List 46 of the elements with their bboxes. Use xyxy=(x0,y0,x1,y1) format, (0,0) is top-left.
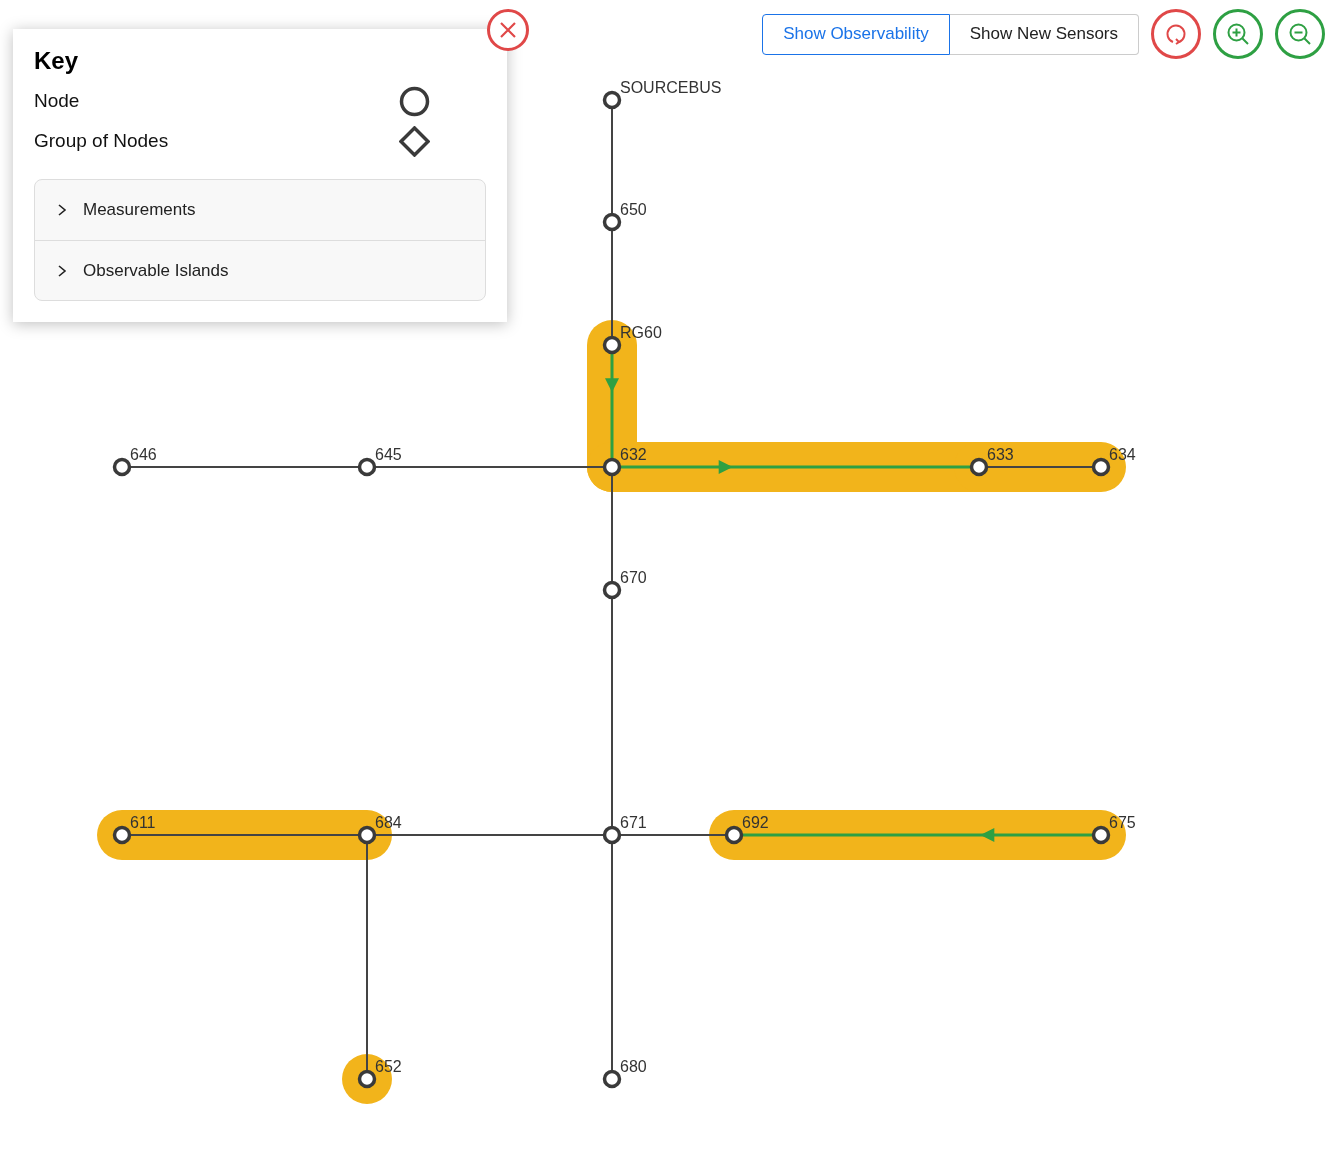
zoom-out-icon xyxy=(1288,22,1312,46)
node-icon[interactable] xyxy=(602,825,622,845)
node-icon[interactable] xyxy=(724,825,744,845)
node-label: 692 xyxy=(742,814,769,831)
node-icon[interactable] xyxy=(602,457,622,477)
node-icon[interactable] xyxy=(602,335,622,355)
node-icon[interactable] xyxy=(357,825,377,845)
node-icon[interactable] xyxy=(602,580,622,600)
close-button[interactable] xyxy=(487,9,529,51)
accordion-item[interactable]: Observable Islands xyxy=(35,240,485,300)
node-icon[interactable] xyxy=(602,90,622,110)
node-icon[interactable] xyxy=(602,212,622,232)
node-label: SOURCEBUS xyxy=(620,79,722,96)
zoom-in-icon xyxy=(1226,22,1250,46)
node-label: 670 xyxy=(620,569,647,586)
node-icon[interactable] xyxy=(112,457,132,477)
chevron-icon xyxy=(57,263,67,278)
node-icon[interactable] xyxy=(969,457,989,477)
refresh-icon xyxy=(1164,22,1188,46)
key-title: Key xyxy=(34,47,79,75)
node-label: 680 xyxy=(620,1058,647,1075)
toggle-button[interactable]: Show New Sensors xyxy=(949,13,1139,55)
circle-icon xyxy=(399,85,430,117)
reset-button[interactable] xyxy=(1151,9,1201,59)
legend-label: Node xyxy=(34,90,80,112)
accordion-item[interactable]: Measurements xyxy=(35,180,485,240)
zoom-out-button[interactable] xyxy=(1275,9,1325,59)
legend-label: Group of Nodes xyxy=(34,130,169,152)
node-icon[interactable] xyxy=(602,1069,622,1089)
node-icon[interactable] xyxy=(1091,825,1111,845)
node-label: 671 xyxy=(620,814,647,831)
node-icon[interactable] xyxy=(357,1069,377,1089)
zoom-in-button[interactable] xyxy=(1213,9,1263,59)
node-label: 646 xyxy=(130,446,157,463)
node-icon[interactable] xyxy=(112,825,132,845)
close-icon xyxy=(499,21,517,39)
diamond-icon xyxy=(399,125,430,157)
node-label: 633 xyxy=(987,446,1014,463)
node-label: 645 xyxy=(375,446,402,463)
chevron-icon xyxy=(57,203,67,217)
node-label: 650 xyxy=(620,201,647,218)
toggle-button[interactable]: Show Observability xyxy=(762,13,950,55)
node-label: 632 xyxy=(620,446,647,463)
node-label: 611 xyxy=(130,814,156,831)
node-icon[interactable] xyxy=(357,457,377,477)
node-icon[interactable] xyxy=(1091,457,1111,477)
